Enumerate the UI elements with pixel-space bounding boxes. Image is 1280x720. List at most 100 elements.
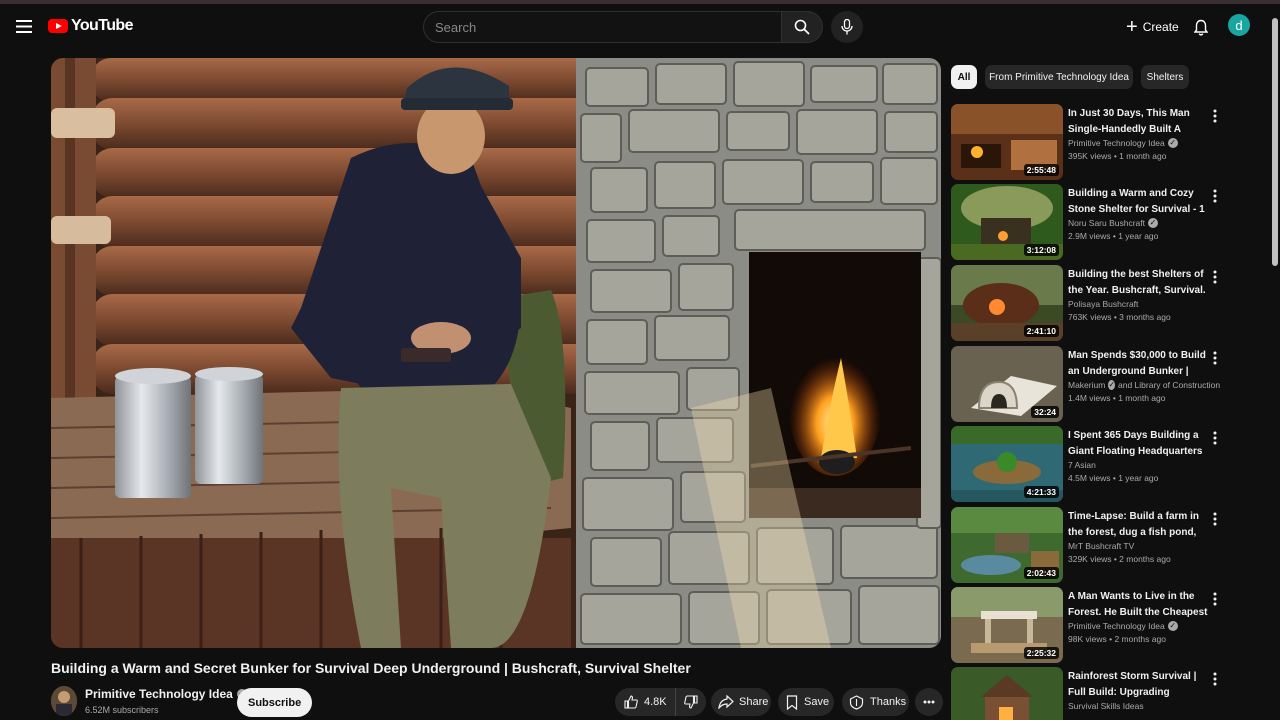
video-title-text: I Spent 365 Days Building a Giant Floati… xyxy=(1068,430,1203,457)
more-actions-button[interactable] xyxy=(915,688,943,716)
share-button[interactable]: Share xyxy=(711,688,771,716)
like-dislike-group: 4.8K xyxy=(615,688,706,716)
video-thumbnail[interactable]: 4:21:33 xyxy=(951,426,1063,502)
video-channel-row: Makerium ✓ and Library of Construction xyxy=(1068,380,1220,390)
video-title-text: Building the best Shelters of the Year. … xyxy=(1068,269,1206,296)
more-vertical-icon[interactable] xyxy=(1209,269,1221,285)
video-channel-row: Survival Skills Ideas xyxy=(1068,701,1208,711)
save-label: Save xyxy=(804,696,830,708)
video-info: Time-Lapse: Build a farm in the forest, … xyxy=(1068,509,1208,564)
account-avatar[interactable]: d xyxy=(1228,14,1250,36)
video-info: Building the best Shelters of the Year. … xyxy=(1068,267,1208,322)
video-thumbnail[interactable]: 2:55:48 xyxy=(951,104,1063,180)
recommendation-item[interactable]: 2:55:48 In Just 30 Days, This Man Single… xyxy=(951,104,1221,180)
subscriber-count: 6.52M subscribers xyxy=(85,705,159,715)
video-thumbnail[interactable]: 32:24 xyxy=(951,346,1063,422)
chip-shelters[interactable]: Shelters xyxy=(1141,65,1189,89)
logo-text: YouTube xyxy=(71,17,133,34)
video-title-text: Building a Warm and Cozy Stone Shelter f… xyxy=(1068,188,1205,215)
video-meta: 763K views • 3 months ago xyxy=(1068,312,1171,322)
recommendation-item[interactable]: 2:02:43 Time-Lapse: Build a farm in the … xyxy=(951,507,1221,583)
more-horizontal-icon xyxy=(923,700,935,704)
video-duration: 2:41:10 xyxy=(1023,325,1059,337)
channel-avatar[interactable] xyxy=(51,686,77,716)
video-info: I Spent 365 Days Building a Giant Floati… xyxy=(1068,428,1208,483)
video-channel-row: Polisaya Bushcraft xyxy=(1068,299,1208,309)
video-thumbnail[interactable] xyxy=(951,667,1063,720)
channel-name-row[interactable]: Primitive Technology Idea ✓ xyxy=(85,687,247,701)
recommendation-item[interactable]: 2:41:10 Building the best Shelters of th… xyxy=(951,265,1221,341)
verified-check-icon: ✓ xyxy=(1167,138,1178,148)
more-vertical-icon[interactable] xyxy=(1209,350,1221,366)
video-info: Building a Warm and Cozy Stone Shelter f… xyxy=(1068,186,1208,241)
video-player[interactable] xyxy=(51,58,941,648)
video-info: A Man Wants to Live in the Forest. He Bu… xyxy=(1068,589,1208,644)
video-meta: 395K views • 1 month ago xyxy=(1068,151,1167,161)
create-label: Create xyxy=(1142,20,1179,34)
voice-search-button[interactable] xyxy=(831,11,863,43)
create-button[interactable]: + Create xyxy=(1116,12,1189,42)
more-vertical-icon[interactable] xyxy=(1209,591,1221,607)
chip-from-channel[interactable]: From Primitive Technology Idea xyxy=(985,65,1133,89)
video-meta: 4.5M views • 1 year ago xyxy=(1068,473,1159,483)
thanks-button[interactable]: Thanks xyxy=(842,688,909,716)
share-label: Share xyxy=(739,696,769,708)
video-title-text: Rainforest Storm Survival | Full Build: … xyxy=(1068,671,1197,698)
dislike-button[interactable] xyxy=(676,688,706,716)
save-button[interactable]: Save xyxy=(778,688,834,716)
recommendation-item[interactable]: 32:24 Man Spends $30,000 to Build an Und… xyxy=(951,346,1221,422)
recommendation-item[interactable]: Rainforest Storm Survival | Full Build: … xyxy=(951,667,1221,720)
more-vertical-icon[interactable] xyxy=(1209,108,1221,124)
video-channel-row: Primitive Technology Idea ✓ xyxy=(1068,621,1208,631)
channel-name: Primitive Technology Idea xyxy=(85,687,233,701)
video-channel: 7 Asian xyxy=(1068,460,1096,470)
video-channel-row: MrT Bushcraft TV xyxy=(1068,541,1208,551)
more-vertical-icon[interactable] xyxy=(1209,188,1221,204)
video-duration: 3:12:08 xyxy=(1023,244,1059,256)
menu-icon[interactable] xyxy=(12,14,36,38)
share-icon xyxy=(718,695,734,709)
thumbs-down-icon xyxy=(684,695,698,709)
page-scrollbar-thumb[interactable] xyxy=(1272,18,1278,266)
video-duration: 2:02:43 xyxy=(1023,567,1059,579)
video-channel: Noru Saru Bushcraft xyxy=(1068,218,1146,228)
recommendation-item[interactable]: 2:25:32 A Man Wants to Live in the Fores… xyxy=(951,587,1221,663)
search-field xyxy=(423,11,782,43)
video-meta: 329K views • 2 months ago xyxy=(1068,554,1171,564)
search-icon xyxy=(794,19,810,35)
verified-check-icon: ✓ xyxy=(1108,380,1116,390)
video-frame xyxy=(51,58,941,648)
thumbs-up-icon xyxy=(624,695,638,709)
video-info: Man Spends $30,000 to Build an Undergrou… xyxy=(1068,348,1220,403)
video-duration: 4:21:33 xyxy=(1023,486,1059,498)
video-title-text: A Man Wants to Live in the Forest. He Bu… xyxy=(1068,591,1208,618)
thanks-label: Thanks xyxy=(870,696,907,708)
video-thumbnail[interactable]: 2:41:10 xyxy=(951,265,1063,341)
video-thumbnail[interactable]: 2:02:43 xyxy=(951,507,1063,583)
search-button[interactable] xyxy=(781,11,823,43)
like-count: 4.8K xyxy=(644,696,667,708)
verified-check-icon: ✓ xyxy=(1148,218,1159,228)
chip-all[interactable]: All xyxy=(951,65,977,89)
recommendation-item[interactable]: 3:12:08 Building a Warm and Cozy Stone S… xyxy=(951,184,1221,260)
video-thumbnail[interactable]: 2:25:32 xyxy=(951,587,1063,663)
recommendation-item[interactable]: 4:21:33 I Spent 365 Days Building a Gian… xyxy=(951,426,1221,502)
subscribe-button[interactable]: Subscribe xyxy=(237,688,313,717)
plus-icon: + xyxy=(1126,16,1138,38)
video-duration: 32:24 xyxy=(1031,406,1059,418)
video-channel: MrT Bushcraft TV xyxy=(1068,541,1135,551)
more-vertical-icon[interactable] xyxy=(1209,430,1221,446)
video-thumbnail[interactable]: 3:12:08 xyxy=(951,184,1063,260)
youtube-logo[interactable]: YouTube xyxy=(48,15,133,37)
microphone-icon xyxy=(841,19,853,35)
video-channel-row: 7 Asian xyxy=(1068,460,1208,470)
more-vertical-icon[interactable] xyxy=(1209,671,1221,687)
video-duration: 2:55:48 xyxy=(1023,164,1059,176)
video-channel: Polisaya Bushcraft xyxy=(1068,299,1139,309)
video-title: Building a Warm and Secret Bunker for Su… xyxy=(51,660,691,676)
notifications-button[interactable] xyxy=(1188,14,1214,40)
like-button[interactable]: 4.8K xyxy=(615,688,676,716)
more-vertical-icon[interactable] xyxy=(1209,511,1221,527)
search-input[interactable] xyxy=(435,19,781,35)
video-channel-row: Primitive Technology Idea ✓ xyxy=(1068,138,1208,148)
